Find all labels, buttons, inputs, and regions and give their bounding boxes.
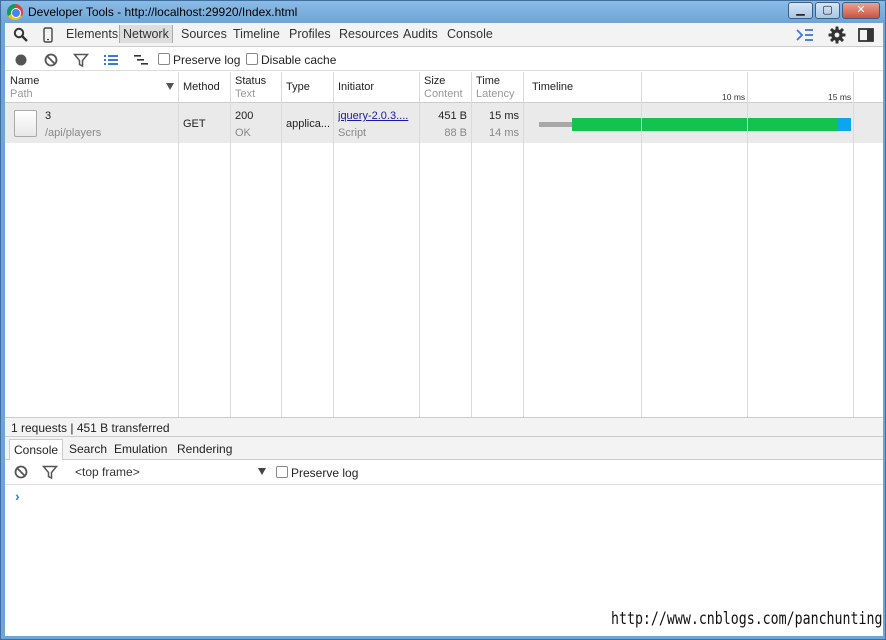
header-status: Status (235, 75, 267, 87)
grid-header: Name Path Method Status Text Type Initia… (5, 72, 883, 103)
console-toolbar: <top frame> Preserve log (5, 460, 883, 485)
request-path: /api/players (45, 127, 102, 139)
tab-network[interactable]: Network (119, 25, 173, 43)
watermark: http://www.cnblogs.com/panchunting (611, 609, 883, 629)
drawer-tab-emulation[interactable]: Emulation (114, 442, 167, 456)
request-size: 451 B (438, 110, 467, 122)
request-status: 200 (235, 110, 254, 122)
request-time: 15 ms (489, 110, 519, 122)
column-divider[interactable] (281, 72, 282, 417)
close-button[interactable]: ✕ (842, 2, 880, 19)
timeline-tick-label: 10 ms (722, 92, 746, 102)
column-divider[interactable] (333, 72, 334, 417)
console-prompt[interactable]: › (15, 488, 20, 504)
column-header-initiator[interactable]: Initiator (338, 81, 374, 93)
dock-side-icon[interactable] (858, 27, 874, 43)
chrome-logo-icon (7, 4, 23, 20)
drawer-tab-search[interactable]: Search (69, 442, 107, 456)
initiator-link[interactable]: jquery-2.0.3.... (338, 110, 420, 122)
column-header-method[interactable]: Method (183, 81, 220, 93)
request-name: 3 (45, 110, 52, 122)
devtools-window: Developer Tools - http://localhost:29920… (0, 0, 886, 640)
column-divider[interactable] (230, 72, 231, 417)
document-icon (14, 110, 37, 137)
tab-audits[interactable]: Audits (403, 27, 438, 41)
timeline-gridline (853, 72, 854, 417)
request-status-text: OK (235, 127, 251, 139)
console-preserve-log-label: Preserve log (291, 466, 359, 480)
large-rows-icon[interactable] (103, 52, 119, 68)
clear-console-icon[interactable] (13, 464, 29, 480)
column-header-time[interactable]: Time Latency (476, 75, 515, 100)
network-request-grid: Name Path Method Status Text Type Initia… (5, 72, 883, 417)
preserve-log-label: Preserve log (173, 53, 241, 67)
title-bar[interactable]: Developer Tools - http://localhost:29920… (1, 1, 885, 23)
device-mode-icon[interactable] (41, 27, 55, 43)
tab-console[interactable]: Console (447, 27, 493, 41)
overview-icon[interactable] (133, 52, 149, 68)
timeline-gridline (747, 72, 748, 417)
console-preserve-log-checkbox[interactable] (276, 466, 288, 478)
header-content: Content (424, 88, 463, 100)
header-time: Time (476, 75, 501, 87)
table-row[interactable]: 3 /api/players GET 200 OK applica... jqu… (5, 103, 883, 143)
initiator-type: Script (338, 127, 367, 139)
search-icon[interactable] (13, 27, 29, 43)
column-header-type[interactable]: Type (286, 81, 310, 93)
column-header-timeline[interactable]: Timeline (532, 81, 573, 93)
drawer-tabs: Console Search Emulation Rendering (5, 437, 883, 460)
record-icon[interactable] (13, 52, 29, 68)
minimize-button[interactable]: ▁ (788, 2, 813, 19)
column-divider[interactable] (523, 72, 524, 417)
tab-elements[interactable]: Elements (66, 27, 118, 41)
console-filter-icon[interactable] (42, 464, 58, 480)
drawer-tab-rendering[interactable]: Rendering (177, 442, 232, 456)
column-divider[interactable] (178, 72, 179, 417)
devtools-client: Elements Network Sources Timeline Profil… (5, 23, 883, 636)
header-name: Name (10, 75, 40, 87)
drawer-tab-console[interactable]: Console (9, 439, 64, 460)
chevron-down-icon[interactable] (258, 468, 266, 475)
column-header-status[interactable]: Status Text (235, 75, 266, 100)
gear-icon[interactable] (828, 26, 846, 44)
header-text: Text (235, 88, 256, 100)
column-header-size[interactable]: Size Content (424, 75, 463, 100)
main-toolbar: Elements Network Sources Timeline Profil… (5, 23, 883, 47)
column-header-name[interactable]: Name Path (10, 75, 39, 100)
timeline-gridline (641, 72, 642, 417)
frame-select[interactable]: <top frame> (75, 465, 140, 479)
request-latency: 14 ms (489, 127, 519, 139)
column-divider[interactable] (419, 72, 420, 417)
timeline-tick-label: 15 ms (828, 92, 852, 102)
disable-cache-checkbox[interactable] (246, 53, 258, 65)
network-summary: 1 requests | 451 B transferred (5, 417, 883, 437)
clear-icon[interactable] (43, 52, 59, 68)
network-toolbar: Preserve log Disable cache (5, 48, 883, 71)
tab-timeline[interactable]: Timeline (233, 27, 280, 41)
request-content-size: 88 B (444, 127, 467, 139)
disable-cache-label: Disable cache (261, 53, 337, 67)
timeline-waiting-bar (539, 122, 572, 127)
tab-sources[interactable]: Sources (181, 27, 227, 41)
header-size: Size (424, 75, 446, 87)
sort-descending-icon (166, 83, 174, 90)
request-type: applica... (286, 118, 331, 130)
header-latency: Latency (476, 88, 515, 100)
preserve-log-checkbox[interactable] (158, 53, 170, 65)
request-method: GET (183, 118, 206, 130)
maximize-button[interactable]: ▢ (815, 2, 840, 19)
window-title: Developer Tools - http://localhost:29920… (28, 5, 298, 19)
filter-icon[interactable] (73, 52, 89, 68)
tab-resources[interactable]: Resources (339, 27, 399, 41)
header-path: Path (10, 88, 33, 100)
tab-profiles[interactable]: Profiles (289, 27, 331, 41)
column-divider[interactable] (471, 72, 472, 417)
timeline-receiving-bar (572, 118, 837, 131)
timeline-download-bar (837, 118, 851, 131)
show-drawer-icon[interactable] (796, 28, 814, 42)
